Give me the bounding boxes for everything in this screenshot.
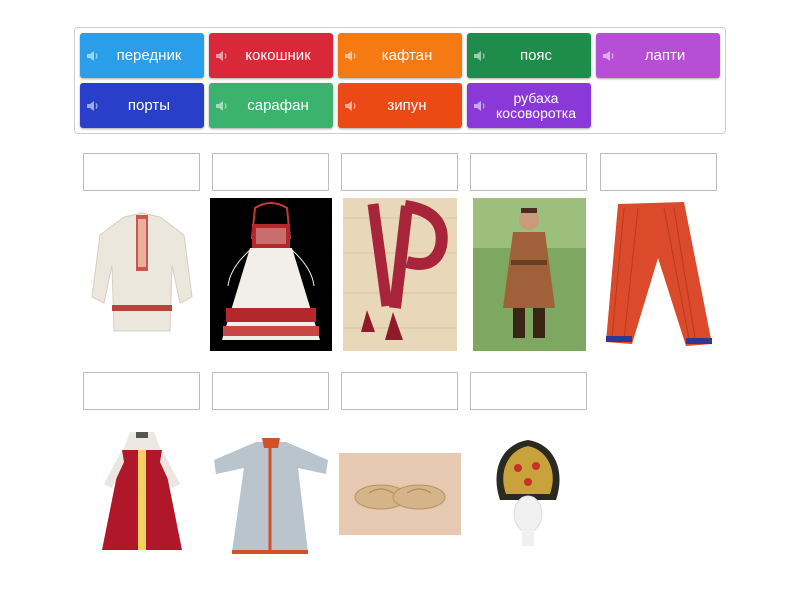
- man-in-costume-image: [473, 198, 586, 351]
- coat-image: [212, 434, 329, 556]
- speaker-icon[interactable]: [344, 99, 358, 113]
- tile-kaftan[interactable]: кафтан: [338, 33, 462, 78]
- tile-label: лапти: [644, 47, 686, 64]
- speaker-icon[interactable]: [86, 49, 100, 63]
- tile-label: кокошник: [245, 47, 311, 64]
- kokoshnik-headdress-image: [470, 430, 586, 548]
- word-bank: передник кокошник кафтан пояс лапти порт…: [74, 27, 726, 134]
- tile-label: сарафан: [247, 97, 309, 114]
- speaker-icon[interactable]: [215, 99, 229, 113]
- speaker-icon[interactable]: [473, 49, 487, 63]
- tile-porty[interactable]: порты: [80, 83, 204, 128]
- trousers-image: [604, 198, 718, 351]
- tile-label: зипун: [387, 97, 427, 114]
- tile-label: пояс: [519, 47, 553, 64]
- sarafan-dress-image: [84, 428, 200, 555]
- drop-slot-9[interactable]: [470, 372, 587, 410]
- speaker-icon[interactable]: [215, 49, 229, 63]
- tile-label: передник: [116, 47, 182, 64]
- speaker-icon[interactable]: [344, 49, 358, 63]
- bast-shoes-image: [339, 453, 461, 535]
- tile-perednik[interactable]: передник: [80, 33, 204, 78]
- tile-lapti[interactable]: лапти: [596, 33, 720, 78]
- drop-slot-5[interactable]: [600, 153, 717, 191]
- speaker-icon[interactable]: [86, 99, 100, 113]
- speaker-icon[interactable]: [473, 99, 487, 113]
- speaker-icon[interactable]: [602, 49, 616, 63]
- tile-sarafan[interactable]: сарафан: [209, 83, 333, 128]
- tile-label: кафтан: [381, 47, 433, 64]
- drop-slot-1[interactable]: [83, 153, 200, 191]
- drop-slot-2[interactable]: [212, 153, 329, 191]
- drop-slot-6[interactable]: [83, 372, 200, 410]
- shirt-image: [84, 205, 200, 345]
- tile-zipun[interactable]: зипун: [338, 83, 462, 128]
- belt-image: [343, 198, 457, 351]
- tile-rubakha-kosovorotka[interactable]: рубаха косоворотка: [467, 83, 591, 128]
- drop-slot-7[interactable]: [212, 372, 329, 410]
- tile-kokoshnik[interactable]: кокошник: [209, 33, 333, 78]
- apron-image: [210, 198, 332, 351]
- drop-slot-8[interactable]: [341, 372, 458, 410]
- tile-poyas[interactable]: пояс: [467, 33, 591, 78]
- drop-slot-4[interactable]: [470, 153, 587, 191]
- drop-slot-3[interactable]: [341, 153, 458, 191]
- tile-label: порты: [127, 97, 171, 114]
